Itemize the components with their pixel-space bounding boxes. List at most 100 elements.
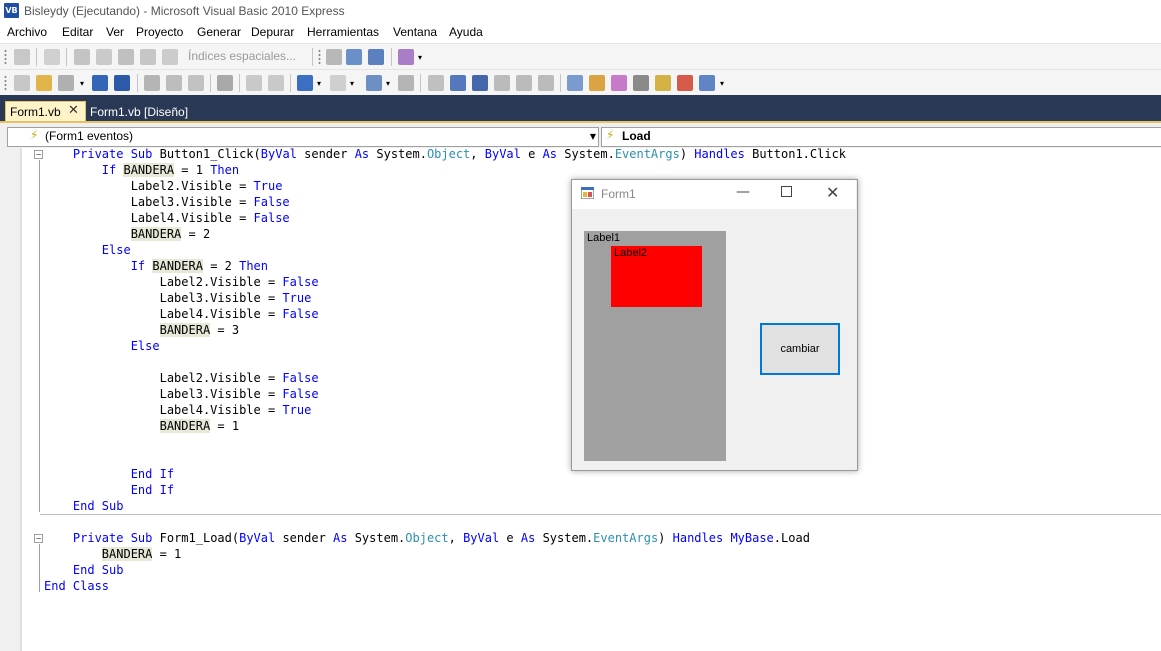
redo-icon[interactable] <box>330 75 346 91</box>
step-over-icon[interactable] <box>516 75 532 91</box>
format-icon[interactable] <box>44 49 60 65</box>
object-browser-icon[interactable] <box>611 75 627 91</box>
code-line[interactable]: Else <box>44 338 160 354</box>
class-name-value[interactable]: (Form1 eventos) <box>45 129 133 143</box>
comment-out-icon[interactable] <box>246 75 262 91</box>
toolbar-grip[interactable] <box>4 49 7 65</box>
menu-ventana[interactable]: Ventana <box>393 25 437 39</box>
code-line[interactable]: If BANDERA = 2 Then <box>44 258 268 274</box>
collapse-icon[interactable]: − <box>34 534 43 543</box>
code-line[interactable]: Label4.Visible = True <box>44 402 312 418</box>
label2-text: Label2 <box>614 247 648 259</box>
code-line[interactable]: BANDERA = 3 <box>44 322 239 338</box>
dialog-icon[interactable] <box>346 49 362 65</box>
copy-icon[interactable] <box>166 75 182 91</box>
tab-form1-design[interactable]: Form1.vb [Diseño] <box>90 105 188 119</box>
vb-icon: VB <box>4 3 19 18</box>
save-all-icon[interactable] <box>114 75 130 91</box>
method-name-dropdown[interactable] <box>601 127 1161 147</box>
code-line[interactable]: BANDERA = 1 <box>44 418 239 434</box>
code-line[interactable]: End Sub <box>44 562 124 578</box>
code-line[interactable]: End If <box>44 466 174 482</box>
navigate-back-icon[interactable] <box>366 75 382 91</box>
chevron-down-icon[interactable]: ▼ <box>588 127 599 147</box>
method-name-value[interactable]: Load <box>622 129 651 143</box>
collapse-icon[interactable]: − <box>34 150 43 159</box>
toolbox-icon[interactable] <box>633 75 649 91</box>
uncomment-icon[interactable] <box>268 75 284 91</box>
stop-icon[interactable] <box>472 75 488 91</box>
code-line[interactable]: Label2.Visible = False <box>44 370 319 386</box>
toolbar-grip[interactable] <box>4 75 7 91</box>
code-keyword: As <box>520 531 536 545</box>
close-icon[interactable]: ✕ <box>826 183 839 202</box>
xml-icon[interactable] <box>140 49 156 65</box>
undo-icon[interactable] <box>297 75 313 91</box>
tools-icon[interactable] <box>398 49 414 65</box>
code-line[interactable]: Label3.Visible = False <box>44 194 290 210</box>
code-line[interactable]: Label4.Visible = False <box>44 306 319 322</box>
hierarchy-icon[interactable] <box>74 49 90 65</box>
code-line[interactable]: BANDERA = 1 <box>44 546 181 562</box>
code-line[interactable]: End Sub <box>44 498 124 514</box>
arrow-icon[interactable] <box>326 49 342 65</box>
close-icon[interactable]: ✕ <box>68 103 79 118</box>
solution-explorer-icon[interactable] <box>567 75 583 91</box>
pause-icon[interactable] <box>450 75 466 91</box>
menu-ver[interactable]: Ver <box>106 25 124 39</box>
open-folder-icon[interactable] <box>36 75 52 91</box>
indicator-margin[interactable] <box>0 148 20 651</box>
menu-ayuda[interactable]: Ayuda <box>449 25 483 39</box>
minimize-icon[interactable]: — <box>736 184 750 200</box>
step-out-icon[interactable] <box>538 75 554 91</box>
code-line[interactable]: If BANDERA = 1 Then <box>44 162 239 178</box>
code-line[interactable]: End Class <box>44 578 109 594</box>
toolbar-grip[interactable] <box>318 49 321 65</box>
code-line[interactable]: Label2.Visible = False <box>44 274 319 290</box>
code-line[interactable]: Label4.Visible = False <box>44 210 290 226</box>
code-line[interactable]: Else <box>44 242 131 258</box>
code-line[interactable]: End If <box>44 482 174 498</box>
chevron-down-icon[interactable]: ▾ <box>418 53 426 63</box>
new-project-icon[interactable] <box>14 75 30 91</box>
chevron-down-icon[interactable]: ▾ <box>386 79 394 89</box>
menu-proyecto[interactable]: Proyecto <box>136 25 183 39</box>
cut-icon[interactable] <box>144 75 160 91</box>
menu-generar[interactable]: Generar <box>197 25 241 39</box>
chevron-down-icon[interactable]: ▾ <box>80 79 88 89</box>
chevron-down-icon[interactable]: ▾ <box>317 79 325 89</box>
code-token: , <box>448 531 464 545</box>
error-list-icon[interactable] <box>677 75 693 91</box>
menu-archivo[interactable]: Archivo <box>7 25 47 39</box>
step-into-icon[interactable] <box>494 75 510 91</box>
tab-label[interactable]: Form1.vb <box>10 105 61 119</box>
list-icon[interactable] <box>96 49 112 65</box>
code-line[interactable]: Private Sub Button1_Click(ByVal sender A… <box>44 146 846 162</box>
code-line[interactable]: Label2.Visible = True <box>44 178 283 194</box>
maximize-icon[interactable] <box>781 186 792 197</box>
spatial-index-label[interactable]: Índices espaciales... <box>188 49 296 63</box>
menu-herramientas[interactable]: Herramientas <box>307 25 379 39</box>
menu-editar[interactable]: Editar <box>62 25 93 39</box>
menu-depurar[interactable]: Depurar <box>251 25 294 39</box>
chevron-down-icon[interactable]: ▾ <box>720 79 728 89</box>
code-line[interactable]: Private Sub Form1_Load(ByVal sender As S… <box>44 530 810 546</box>
cambiar-button[interactable]: cambiar <box>760 323 840 375</box>
code-line[interactable]: BANDERA = 2 <box>44 226 210 242</box>
code-line[interactable]: Label3.Visible = False <box>44 386 319 402</box>
paste-icon[interactable] <box>188 75 204 91</box>
output-icon[interactable] <box>699 75 715 91</box>
window-icon[interactable] <box>162 49 178 65</box>
add-item-icon[interactable] <box>58 75 74 91</box>
save-icon[interactable] <box>92 75 108 91</box>
form-icon[interactable] <box>368 49 384 65</box>
code-line[interactable]: Label3.Visible = True <box>44 290 312 306</box>
chevron-down-icon[interactable]: ▾ <box>350 79 358 89</box>
ab-icon[interactable] <box>118 49 134 65</box>
navigate-forward-icon[interactable] <box>398 75 414 91</box>
database-icon[interactable] <box>655 75 671 91</box>
start-debug-icon[interactable] <box>428 75 444 91</box>
find-icon[interactable] <box>217 75 233 91</box>
properties-icon[interactable] <box>589 75 605 91</box>
comment-icon[interactable] <box>14 49 30 65</box>
